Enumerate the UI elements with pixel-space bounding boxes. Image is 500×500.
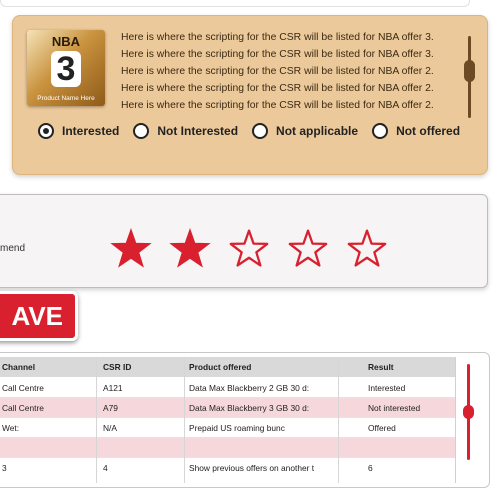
- cell-product: Prepaid US roaming bunc: [189, 423, 285, 433]
- badge-number: 3: [51, 51, 81, 87]
- offer-scrollbar-thumb[interactable]: [464, 60, 475, 82]
- star-icon[interactable]: [346, 228, 388, 270]
- table-scrollbar-thumb[interactable]: [463, 405, 474, 419]
- cell-product: Show previous offers on another t: [189, 463, 315, 473]
- option-not-applicable[interactable]: Not applicable: [252, 123, 358, 139]
- cell-result: Offered: [368, 423, 396, 433]
- cell-product: Data Max Blackberry 2 GB 30 d:: [189, 383, 310, 393]
- cell-result: Not interested: [368, 403, 421, 413]
- star-icon[interactable]: [287, 228, 329, 270]
- badge-brand: NBA: [51, 34, 81, 49]
- badge-caption: Product Name Here: [37, 95, 95, 102]
- offer-card: NBA 3 Product Name Here Here is where th…: [12, 15, 488, 175]
- cell-result: Interested: [368, 383, 406, 393]
- table-row[interactable]: [0, 437, 455, 457]
- column-divider: [338, 357, 339, 483]
- option-label: Interested: [62, 124, 120, 138]
- offer-script-text: Here is where the scripting for the CSR …: [121, 32, 434, 111]
- cell-csr-id: A79: [103, 403, 118, 413]
- radio-not-offered[interactable]: [372, 123, 389, 139]
- column-header-csr-id[interactable]: CSR ID: [103, 362, 131, 372]
- save-button[interactable]: AVE: [0, 291, 78, 341]
- star-icon[interactable]: [169, 228, 211, 270]
- option-interested[interactable]: Interested: [38, 123, 119, 139]
- cell-csr-id: 4: [103, 463, 108, 473]
- column-header-product[interactable]: Product offered: [189, 362, 251, 372]
- row-separator: [0, 417, 455, 418]
- star-rating: [110, 228, 405, 270]
- cell-channel: 3: [2, 463, 7, 473]
- column-divider: [184, 357, 185, 483]
- column-header-result[interactable]: Result: [368, 362, 394, 372]
- star-icon[interactable]: [110, 228, 152, 270]
- previous-card-edge: [0, 0, 470, 7]
- option-not-offered[interactable]: Not offered: [372, 123, 460, 139]
- response-options: Interested Not Interested Not applicable…: [38, 122, 474, 140]
- cell-channel: Wet:: [2, 423, 20, 433]
- product-badge: NBA 3 Product Name Here: [27, 30, 105, 106]
- option-label: Not offered: [396, 124, 461, 138]
- row-separator: [0, 457, 455, 458]
- star-icon[interactable]: [228, 228, 270, 270]
- option-label: Not Interested: [157, 124, 239, 138]
- row-separator: [0, 397, 455, 398]
- option-not-interested[interactable]: Not Interested: [133, 123, 238, 139]
- cell-channel: Call Centre: [2, 403, 44, 413]
- cell-result: 6: [368, 463, 373, 473]
- table-scroll-divider: [455, 357, 456, 483]
- radio-not-interested[interactable]: [133, 123, 150, 139]
- column-divider: [96, 357, 97, 483]
- option-label: Not applicable: [276, 124, 359, 138]
- row-separator: [0, 437, 455, 438]
- radio-interested[interactable]: [38, 123, 54, 139]
- radio-not-applicable[interactable]: [252, 123, 269, 139]
- cell-csr-id: N/A: [103, 423, 117, 433]
- cell-channel: Call Centre: [2, 383, 44, 393]
- cell-csr-id: A121: [103, 383, 123, 393]
- cell-product: Data Max Blackberry 3 GB 30 d:: [189, 403, 310, 413]
- rating-label: mend: [0, 243, 26, 254]
- column-header-channel[interactable]: Channel: [2, 362, 35, 372]
